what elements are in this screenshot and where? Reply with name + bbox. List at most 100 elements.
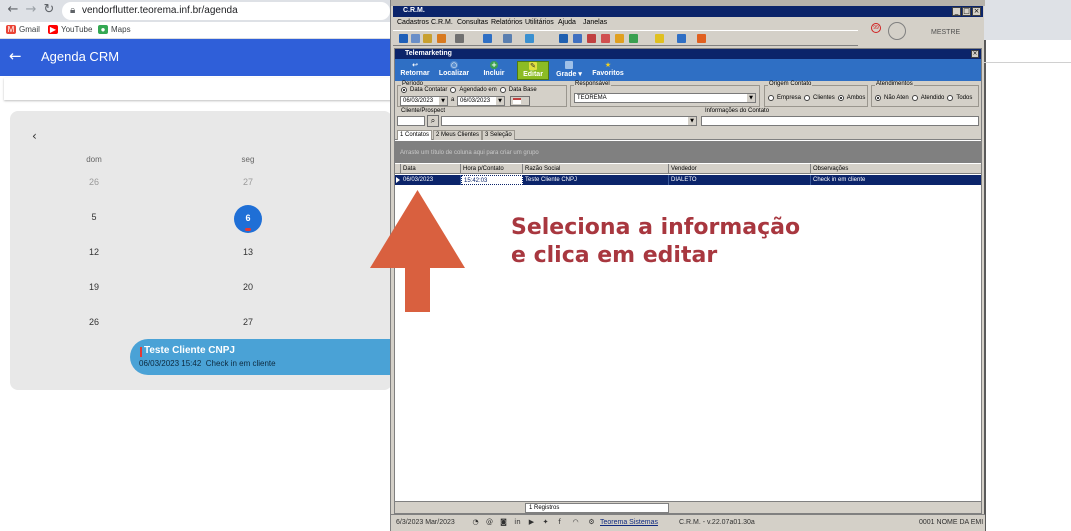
- calendar-day[interactable]: 12: [74, 247, 114, 257]
- radio-agendado-em[interactable]: [450, 87, 457, 93]
- radio-todos[interactable]: [947, 95, 954, 101]
- maximize-icon[interactable]: □: [962, 7, 971, 16]
- info-contato-field[interactable]: [701, 116, 979, 126]
- address-bar[interactable]: 🔒︎ vendorflutter.teorema.inf.br/agenda: [62, 2, 390, 20]
- date-from-field[interactable]: 06/03/2023 ▼: [400, 96, 448, 106]
- localizar-button[interactable]: ○ Localizar: [437, 61, 471, 80]
- header-data[interactable]: Data: [401, 164, 461, 174]
- grade-button[interactable]: Grade ▾: [555, 61, 583, 80]
- search-icon[interactable]: ⌕: [427, 115, 439, 127]
- star-icon[interactable]: [655, 34, 664, 43]
- cell-observacoes[interactable]: Check in em cliente: [811, 175, 981, 185]
- retornar-button[interactable]: ↩ Retornar: [399, 61, 431, 80]
- tab-selecao[interactable]: 3 Seleção: [482, 130, 515, 140]
- chevron-down-icon[interactable]: ▼: [439, 97, 447, 105]
- bookmark-maps[interactable]: ● Maps: [98, 25, 131, 34]
- radio-data-base[interactable]: [499, 87, 506, 93]
- power-icon[interactable]: [697, 34, 706, 43]
- event-card[interactable]: Teste Cliente CNPJ 06/03/2023 15:42 Chec…: [130, 339, 392, 375]
- calculator-icon[interactable]: [559, 34, 568, 43]
- chevron-down-icon[interactable]: ▼: [747, 94, 755, 102]
- calendar-day[interactable]: 5: [74, 212, 114, 222]
- header-observacoes[interactable]: Observações: [811, 164, 981, 174]
- email-at-icon[interactable]: @: [485, 518, 494, 527]
- forward-arrow-icon[interactable]: →: [24, 3, 38, 17]
- notification-badge-icon[interactable]: 99: [871, 23, 881, 33]
- calendar-day[interactable]: 27: [228, 177, 268, 187]
- menu-relatorios[interactable]: Relatórios: [491, 19, 523, 26]
- cell-razao-social[interactable]: Teste Cliente CNPJ: [523, 175, 669, 185]
- close-icon[interactable]: ×: [972, 7, 981, 16]
- calendar-day[interactable]: 13: [228, 247, 268, 257]
- chevron-left-icon[interactable]: ‹: [32, 129, 37, 143]
- filter-icon[interactable]: [455, 34, 464, 43]
- menu-cadastros[interactable]: Cadastros: [397, 19, 429, 26]
- back-arrow-icon[interactable]: ←: [9, 47, 22, 65]
- document-icon[interactable]: [423, 34, 432, 43]
- printer-icon[interactable]: [503, 34, 512, 43]
- menu-consultas[interactable]: Consultas: [457, 19, 488, 26]
- tab-contatos[interactable]: 1 Contatos: [397, 130, 433, 140]
- table-icon[interactable]: [573, 34, 582, 43]
- menu-crm[interactable]: C.R.M.: [431, 19, 453, 26]
- header-vendedor[interactable]: Vendedor: [669, 164, 811, 174]
- telemarketing-titlebar[interactable]: Telemarketing ×: [395, 49, 981, 59]
- whatsapp-icon[interactable]: ◔: [471, 518, 480, 527]
- crm-titlebar[interactable]: C.R.M. _ □ ×: [393, 6, 983, 17]
- menu-janelas[interactable]: Janelas: [583, 19, 607, 26]
- cliente-name-select[interactable]: ▼: [441, 116, 697, 126]
- calendar-day[interactable]: 27: [228, 317, 268, 327]
- close-icon[interactable]: ×: [971, 50, 979, 58]
- back-arrow-icon[interactable]: ←: [6, 3, 20, 17]
- key-icon[interactable]: [629, 34, 638, 43]
- radio-data-contatar[interactable]: [401, 87, 407, 93]
- twitter-icon[interactable]: ✦: [541, 518, 550, 527]
- folder-icon[interactable]: [399, 34, 408, 43]
- phone-icon[interactable]: [525, 34, 534, 43]
- linkedin-icon[interactable]: in: [513, 518, 522, 527]
- incluir-button[interactable]: + Incluir: [481, 61, 507, 80]
- menu-utilitarios[interactable]: Utilitários: [525, 19, 554, 26]
- calendar-icon[interactable]: [587, 34, 596, 43]
- facebook-icon[interactable]: f: [555, 518, 564, 527]
- avatar[interactable]: [888, 22, 906, 40]
- minimize-icon[interactable]: _: [952, 7, 961, 16]
- favoritos-button[interactable]: ★ Favoritos: [591, 61, 625, 80]
- instagram-icon[interactable]: ◙: [499, 518, 508, 527]
- radio-ambos[interactable]: [837, 95, 844, 101]
- clock-icon[interactable]: [615, 34, 624, 43]
- menu-ajuda[interactable]: Ajuda: [558, 19, 576, 26]
- people-icon[interactable]: [411, 34, 420, 43]
- reload-icon[interactable]: ↻: [42, 3, 56, 17]
- bookmark-youtube[interactable]: ▶ YouTube: [48, 25, 92, 34]
- cell-hora[interactable]: 15:42:03: [461, 175, 523, 185]
- calendar-day[interactable]: 19: [74, 282, 114, 292]
- bookmark-gmail[interactable]: M Gmail: [6, 25, 40, 34]
- header-hora[interactable]: Hora p/Contato: [461, 164, 523, 174]
- selected-day[interactable]: 6: [234, 213, 262, 223]
- date-to-field[interactable]: 06/03/2023 ▼: [457, 96, 505, 106]
- calendar-day[interactable]: 26: [74, 317, 114, 327]
- table-row[interactable]: 06/03/2023 15:42:03 Teste Cliente CNPJ D…: [395, 175, 981, 185]
- chevron-down-icon[interactable]: ▼: [688, 117, 696, 125]
- cliente-code-field[interactable]: [397, 116, 425, 126]
- brand-link[interactable]: Teorema Sistemas: [600, 519, 658, 526]
- radio-empresa[interactable]: [768, 95, 774, 101]
- info-icon[interactable]: [677, 34, 686, 43]
- mail-icon[interactable]: [601, 34, 610, 43]
- radio-clientes[interactable]: [804, 95, 811, 101]
- radio-atendido[interactable]: [911, 95, 918, 101]
- chevron-down-icon[interactable]: ▼: [496, 97, 504, 105]
- chart-icon[interactable]: [437, 34, 446, 43]
- editar-button[interactable]: ✎ Editar: [517, 61, 549, 80]
- tab-meus-clientes[interactable]: 2 Meus Clientes: [433, 130, 483, 140]
- responsavel-select[interactable]: TEOREMA ▼: [574, 93, 756, 103]
- cell-data[interactable]: 06/03/2023: [401, 175, 461, 185]
- cell-vendedor[interactable]: DIALETO: [669, 175, 811, 185]
- calendar-day[interactable]: 20: [228, 282, 268, 292]
- group-by-area[interactable]: Arraste um título de coluna aqui para cr…: [395, 141, 981, 163]
- youtube-icon[interactable]: ▶: [527, 518, 536, 527]
- header-razao-social[interactable]: Razão Social: [523, 164, 669, 174]
- calendar-day[interactable]: 26: [74, 177, 114, 187]
- grid-icon[interactable]: [483, 34, 492, 43]
